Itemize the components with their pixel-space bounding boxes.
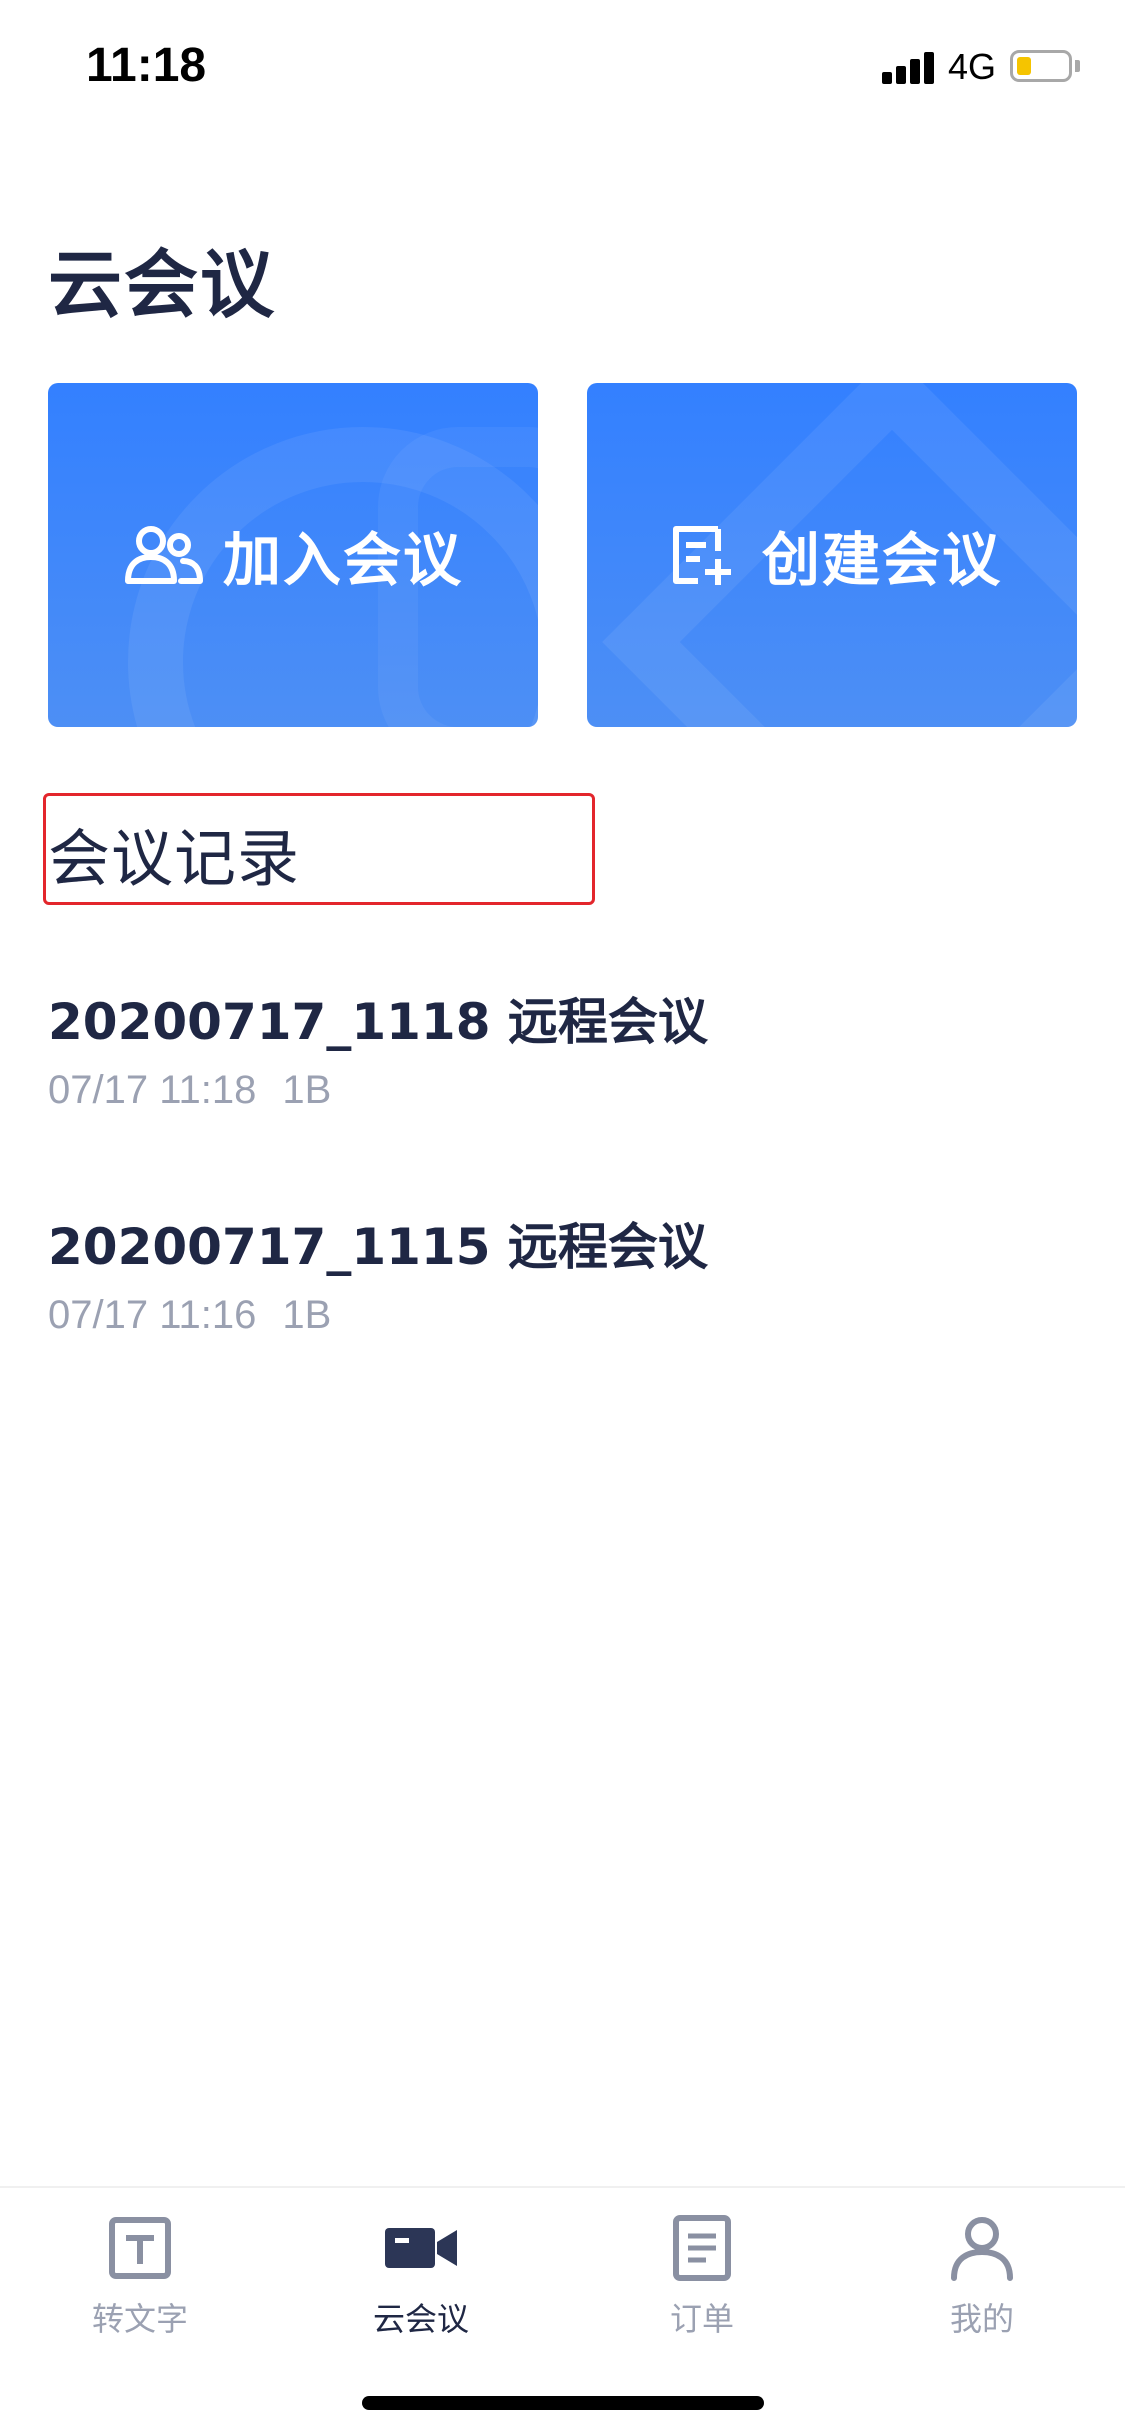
record-date: 07/17 11:18 [48,1068,257,1112]
tab-cloud-meeting[interactable]: 云会议 [321,2214,521,2354]
users-icon [123,523,205,587]
tab-label: 订单 [669,2300,734,2338]
records-heading: 会议记录 [48,822,301,895]
video-camera-icon [385,2228,457,2268]
page-title: 云会议 [48,242,276,328]
edit-add-icon [662,523,744,587]
tab-orders[interactable]: 订单 [602,2214,802,2354]
battery-level [1017,57,1031,75]
create-meeting-button[interactable]: 创建会议 [587,383,1077,727]
meeting-record-item[interactable]: 20200717_1118 远程会议 07/17 11:18 1B [48,982,1078,1152]
home-indicator[interactable] [362,2396,764,2410]
record-size: 1B [282,1293,332,1337]
create-meeting-label: 创建会议 [761,526,1002,594]
join-meeting-content: 加入会议 [123,513,463,597]
battery-icon [1010,50,1072,82]
tab-label: 云会议 [372,2300,469,2338]
join-meeting-button[interactable]: 加入会议 [48,383,538,727]
tab-label: 我的 [949,2300,1014,2338]
order-list-icon [673,2215,731,2281]
network-type: 4G [948,46,997,87]
record-title: 20200717_1118 远程会议 [48,993,708,1051]
record-title: 20200717_1115 远程会议 [48,1218,708,1276]
text-icon [109,2217,171,2279]
profile-icon [951,2217,1013,2281]
create-meeting-content: 创建会议 [662,513,1002,597]
status-time: 11:18 [86,39,207,92]
tab-label: 转文字 [91,2300,188,2338]
tab-transcribe[interactable]: 转文字 [40,2214,240,2354]
status-bar: 11:18 4G [0,0,1125,140]
record-size: 1B [282,1068,332,1112]
app-screen: 11:18 4G 云会议 加入会议 创建会议 会议记录 20200717_111… [0,0,1125,2436]
tab-profile[interactable]: 我的 [882,2214,1082,2354]
meeting-record-item[interactable]: 20200717_1115 远程会议 07/17 11:16 1B [48,1207,1078,1377]
cellular-signal-icon [882,50,936,84]
join-meeting-label: 加入会议 [222,526,463,594]
battery-cap [1075,60,1080,72]
record-meta: 07/17 11:16 1B [48,1293,331,1338]
record-date: 07/17 11:16 [48,1293,257,1337]
record-meta: 07/17 11:18 1B [48,1068,331,1113]
